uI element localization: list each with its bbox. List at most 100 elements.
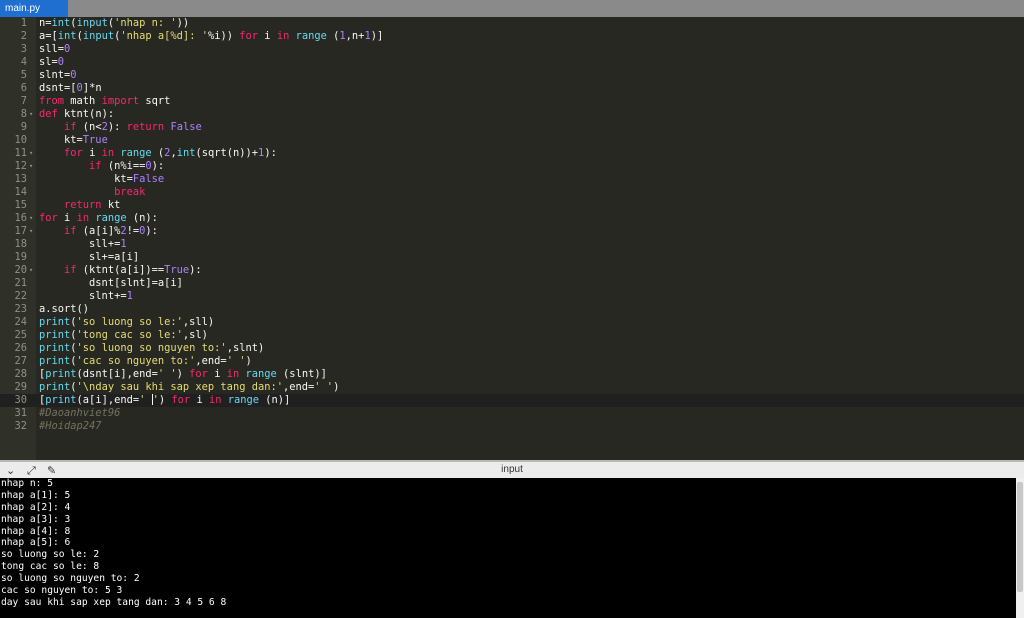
line-number: 19 xyxy=(14,251,27,263)
code-line[interactable]: 13 kt=False xyxy=(0,173,1024,186)
line-number: 32 xyxy=(14,420,27,432)
fold-arrow-icon[interactable]: ▾ xyxy=(29,264,33,277)
line-number: 7 xyxy=(20,95,27,107)
code-text: #Daoanhviet96 xyxy=(39,407,121,419)
console-output-line: so luong so nguyen to: 2 xyxy=(1,573,140,585)
line-number: 23 xyxy=(14,303,27,315)
console-scrollbar[interactable] xyxy=(1016,478,1024,618)
code-text: a.sort() xyxy=(39,303,90,315)
code-line[interactable]: 16 ▾ for i in range (n): xyxy=(0,212,1024,225)
code-text: sl+=a[i] xyxy=(39,251,140,263)
fold-arrow-icon[interactable]: ▾ xyxy=(29,212,33,225)
code-lines[interactable]: 1 n=int(input('nhap n: ')) 2 a=[int(input('… xyxy=(0,17,1024,433)
line-number: 6 xyxy=(20,82,27,94)
code-line[interactable]: 6 dsnt=[0]*n xyxy=(0,82,1024,95)
code-line[interactable]: 18 sll+=1 xyxy=(0,238,1024,251)
code-line[interactable]: 19 sl+=a[i] xyxy=(0,251,1024,264)
code-line[interactable]: 1 n=int(input('nhap n: ')) xyxy=(0,17,1024,30)
fold-arrow-icon[interactable]: ▾ xyxy=(29,160,33,173)
line-number: 28 xyxy=(14,368,27,380)
code-line[interactable]: 14 break xyxy=(0,186,1024,199)
scrollbar-thumb[interactable] xyxy=(1017,482,1023,592)
code-line[interactable]: 23 a.sort() xyxy=(0,303,1024,316)
code-text: sll=0 xyxy=(39,43,71,55)
console-output-line: nhap a[3]: 3 xyxy=(1,513,71,525)
code-line[interactable]: 7 from math import sqrt xyxy=(0,95,1024,108)
console-output-line: tong cac so le: 8 xyxy=(1,561,100,573)
code-text: def ktnt(n): xyxy=(39,108,115,120)
code-line[interactable]: 12 ▾ if (n%i==0): xyxy=(0,160,1024,173)
line-number: 11 xyxy=(14,147,27,159)
code-text: break xyxy=(114,186,146,198)
code-text: print('\nday sau khi sap xep tang dan:',… xyxy=(39,381,340,393)
code-line[interactable]: 22 slnt+=1 xyxy=(0,290,1024,303)
code-line[interactable]: 29 print('\nday sau khi sap xep tang dan:… xyxy=(0,381,1024,394)
code-line[interactable]: 5 slnt=0 xyxy=(0,69,1024,82)
code-text: sl=0 xyxy=(39,56,65,68)
code-line[interactable]: 9 if (n<2): return False xyxy=(0,121,1024,134)
code-text: a=[int(input('nhap a[%d]: '%i)) for i in… xyxy=(39,30,384,42)
code-text: print('tong cac so le:',sl) xyxy=(39,329,208,341)
code-line[interactable]: 15 return kt xyxy=(0,199,1024,212)
code-line[interactable]: 11 ▾ for i in range (2,int(sqrt(n))+1): xyxy=(0,147,1024,160)
code-text: print('cac so nguyen to:',end=' ') xyxy=(39,355,252,367)
code-line[interactable]: 21 dsnt[slnt]=a[i] xyxy=(0,277,1024,290)
line-number: 2 xyxy=(20,30,27,42)
line-number: 18 xyxy=(14,238,27,250)
line-number: 24 xyxy=(14,316,27,328)
code-line[interactable]: 8 ▾ def ktnt(n): xyxy=(0,108,1024,121)
console-output-line: nhap a[1]: 5 xyxy=(1,489,71,501)
code-line[interactable]: 27 print('cac so nguyen to:',end=' ') xyxy=(0,355,1024,368)
line-number: 25 xyxy=(14,329,27,341)
console-output-line: so luong so le: 2 xyxy=(1,549,100,561)
line-number: 16 xyxy=(14,212,27,224)
console-output-line: nhap n: 5 xyxy=(1,478,53,489)
code-line[interactable]: 31 #Daoanhviet96 xyxy=(0,407,1024,420)
console-panel: ⌄ ⤢ ✎ input nhap n: 5 nhap a[1]: 5 nhap a[… xyxy=(0,460,1024,618)
console-output-line: nhap a[2]: 4 xyxy=(1,501,71,513)
line-number: 8 xyxy=(20,108,27,120)
line-number: 9 xyxy=(20,121,27,133)
code-text: if (n<2): return False xyxy=(64,121,202,133)
code-text: #Hoidap247 xyxy=(39,420,102,432)
code-editor[interactable]: 1 n=int(input('nhap n: ')) 2 a=[int(input('… xyxy=(0,17,1024,460)
console-header: ⌄ ⤢ ✎ input xyxy=(0,460,1024,478)
line-number: 3 xyxy=(20,43,27,55)
code-text: [print(dsnt[i],end=' ') for i in range (… xyxy=(39,368,327,380)
line-number: 15 xyxy=(14,199,27,211)
console-output-line: cac so nguyen to: 5 3 xyxy=(1,585,123,597)
code-line[interactable]: 10 kt=True xyxy=(0,134,1024,147)
code-text: for i in range (2,int(sqrt(n))+1): xyxy=(64,147,277,159)
line-number: 29 xyxy=(14,381,27,393)
fold-arrow-icon[interactable]: ▾ xyxy=(29,225,33,238)
code-line[interactable]: 32 #Hoidap247 xyxy=(0,420,1024,433)
code-line[interactable]: 24 print('so luong so le:',sll) xyxy=(0,316,1024,329)
fold-arrow-icon[interactable]: ▾ xyxy=(29,147,33,160)
code-line[interactable]: 2 a=[int(input('nhap a[%d]: '%i)) for i i… xyxy=(0,30,1024,43)
line-number: 31 xyxy=(14,407,27,419)
code-line[interactable]: 28 [print(dsnt[i],end=' ') for i in range… xyxy=(0,368,1024,381)
code-text: slnt+=1 xyxy=(39,290,133,302)
line-number: 12 xyxy=(14,160,27,172)
fold-arrow-icon[interactable]: ▾ xyxy=(29,108,33,121)
line-number: 5 xyxy=(20,69,27,81)
console-output[interactable]: nhap n: 5 nhap a[1]: 5 nhap a[2]: 4 nhap a[… xyxy=(0,478,1016,618)
line-number: 17 xyxy=(14,225,27,237)
code-text: dsnt=[0]*n xyxy=(39,82,102,94)
code-line[interactable]: 25 print('tong cac so le:',sl) xyxy=(0,329,1024,342)
code-text: if (a[i]%2!=0): xyxy=(64,225,158,237)
code-line[interactable]: 4 sl=0 xyxy=(0,56,1024,69)
code-text: sll+=1 xyxy=(39,238,127,250)
code-text: if (ktnt(a[i])==True): xyxy=(64,264,202,276)
code-line[interactable]: 26 print('so luong so nguyen to:',slnt) xyxy=(0,342,1024,355)
code-line[interactable]: 17 ▾ if (a[i]%2!=0): xyxy=(0,225,1024,238)
console-title: input xyxy=(501,464,523,475)
code-line[interactable]: 3 sll=0 xyxy=(0,43,1024,56)
tab-main-py[interactable]: main.py xyxy=(0,0,68,17)
code-text: slnt=0 xyxy=(39,69,77,81)
code-line[interactable]: 20 ▾ if (ktnt(a[i])==True): xyxy=(0,264,1024,277)
code-text: kt=True xyxy=(39,134,108,146)
code-line[interactable]: 30 [print(a[i],end=' ') for i in range (n… xyxy=(0,394,1024,407)
ide-window: main.py 1 n=int(input('nhap n: ')) 2 a=[int… xyxy=(0,0,1024,618)
code-text: dsnt[slnt]=a[i] xyxy=(39,277,183,289)
